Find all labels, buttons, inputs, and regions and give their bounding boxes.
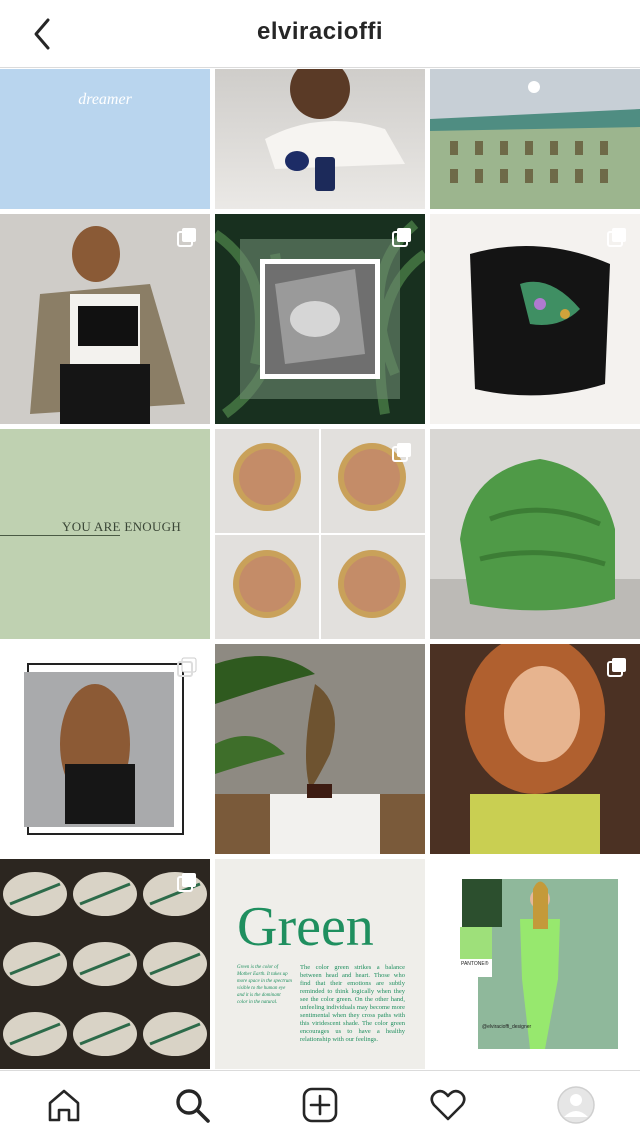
post-tile[interactable] [215, 214, 425, 424]
post-caption: YOU ARE ENOUGH [62, 519, 182, 534]
profile-avatar [557, 1086, 595, 1124]
tab-search[interactable] [128, 1071, 256, 1139]
post-image [430, 81, 640, 209]
post-tile[interactable]: dreamer [0, 69, 210, 209]
post-body-left: Green is the color of Mother Earth. It t… [237, 965, 292, 1005]
heart-icon [430, 1089, 466, 1121]
post-tile[interactable] [215, 69, 425, 209]
post-image [215, 656, 425, 854]
post-body-right: The color green strikes a balance betwee… [300, 964, 405, 1043]
add-post-icon [302, 1087, 338, 1123]
profile-username: elviracioffi [256, 18, 384, 45]
multiple-posts-icon [392, 443, 411, 462]
post-tile[interactable] [0, 214, 210, 424]
post-caption: dreamer [78, 91, 132, 108]
divider-line [0, 535, 120, 536]
post-image [265, 69, 405, 191]
multiple-posts-icon [177, 657, 197, 677]
tab-home[interactable] [0, 1071, 128, 1139]
multiple-posts-icon [177, 873, 196, 892]
post-tile[interactable] [215, 429, 425, 639]
post-tile[interactable]: Green Green is the color of Mother Earth… [215, 859, 425, 1069]
home-icon [48, 1089, 80, 1122]
multiple-posts-icon [607, 228, 626, 247]
pantone-label: PANTONE® [461, 961, 489, 967]
tab-create[interactable] [256, 1071, 384, 1139]
post-tile[interactable] [430, 69, 640, 209]
post-tile[interactable] [215, 644, 425, 854]
post-image [430, 459, 640, 639]
tab-activity[interactable] [384, 1071, 512, 1139]
post-tile[interactable]: YOU ARE ENOUGH [0, 429, 210, 639]
post-tile[interactable] [430, 644, 640, 854]
multiple-posts-icon [177, 228, 196, 247]
bottom-nav [0, 1070, 640, 1138]
post-tile[interactable] [430, 214, 640, 424]
designer-handle: @elviracioffi_designer [482, 1024, 532, 1030]
post-tile[interactable] [0, 859, 210, 1069]
tab-profile[interactable] [512, 1071, 640, 1139]
post-caption: Green [237, 896, 374, 958]
search-icon [176, 1089, 210, 1123]
post-tile[interactable]: PANTONE® @elviracioffi_designer [430, 859, 640, 1069]
post-tile[interactable] [0, 644, 210, 854]
post-tile[interactable] [430, 429, 640, 639]
top-bar: elviracioffi [0, 0, 640, 68]
multiple-posts-icon [392, 228, 411, 247]
multiple-posts-icon [607, 658, 626, 677]
